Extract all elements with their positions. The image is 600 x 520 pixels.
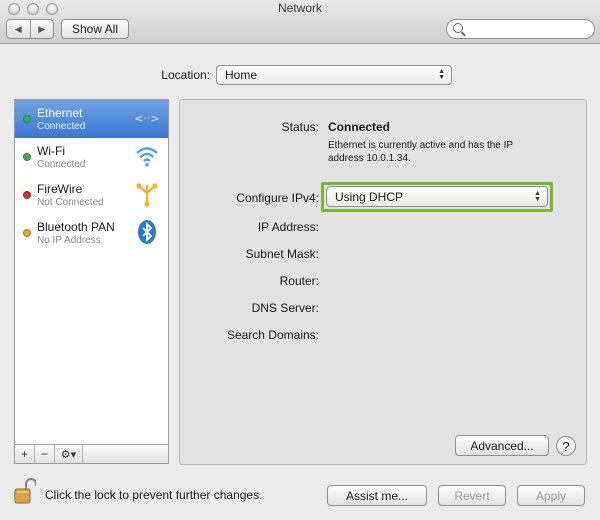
help-button[interactable]: ? (556, 436, 576, 456)
location-value: Home (225, 68, 258, 82)
service-status: Connected (37, 121, 86, 132)
status-dot-icon (23, 115, 31, 123)
status-label: Status: (281, 120, 319, 134)
configure-ipv4-value: Using DHCP (335, 189, 404, 204)
configure-ipv4-popup[interactable]: Using DHCP ▲ ▼ (326, 186, 548, 207)
service-name: Ethernet (37, 106, 83, 120)
firewire-icon (134, 181, 160, 207)
location-popup[interactable]: Home ▲ ▼ (216, 65, 452, 85)
search-icon (453, 23, 463, 33)
lock-icon[interactable] (14, 478, 36, 504)
back-arrow-icon[interactable]: ◀ (7, 20, 31, 38)
title-bar: Network ◀ ▶ Show All (0, 0, 600, 44)
service-list-controls: + − ⚙▾ (14, 445, 169, 464)
status-dot-icon (23, 153, 31, 161)
apply-button[interactable]: Apply (517, 485, 585, 506)
show-all-button[interactable]: Show All (61, 19, 129, 39)
window-title: Network (277, 1, 322, 15)
service-item-firewire[interactable]: FireWire Not Connected (15, 176, 168, 214)
up-down-arrows-icon: ▲ ▼ (534, 189, 541, 203)
lock-message: Click the lock to prevent further change… (45, 488, 263, 502)
ethernet-arrows-icon: <··> (134, 105, 160, 131)
advanced-button[interactable]: Advanced... (455, 435, 549, 456)
back-forward-control[interactable]: ◀ ▶ (6, 19, 54, 39)
gear-menu-button[interactable]: ⚙▾ (55, 445, 83, 463)
status-value: Connected (328, 120, 391, 134)
bluetooth-icon (134, 219, 160, 245)
status-dot-icon (23, 229, 31, 237)
service-item-wi-fi[interactable]: Wi-Fi Connected (15, 138, 168, 176)
service-name: Bluetooth PAN (37, 220, 115, 234)
remove-service-button[interactable]: − (35, 445, 55, 463)
wifi-icon (134, 143, 160, 169)
service-item-ethernet[interactable]: Ethernet Connected <··> (15, 100, 168, 138)
service-status: Connected (37, 159, 86, 170)
forward-arrow-icon[interactable]: ▶ (31, 20, 54, 38)
ip-address-label: IP Address: (257, 220, 319, 234)
up-down-arrows-icon: ▲ ▼ (438, 68, 445, 81)
configure-ipv4-label: Configure IPv4: (236, 191, 319, 205)
subnet-mask-label: Subnet Mask: (245, 247, 319, 261)
svg-text:<··>: <··> (134, 112, 159, 125)
revert-button[interactable]: Revert (438, 485, 506, 506)
service-list: Ethernet Connected <··> Wi-Fi Connected FireW… (14, 99, 169, 445)
search-domains-label: Search Domains: (226, 328, 319, 342)
dns-server-label: DNS Server: (251, 301, 319, 315)
service-status: Not Connected (37, 197, 104, 208)
assist-me-button[interactable]: Assist me... (327, 485, 427, 506)
service-item-bluetooth-pan[interactable]: Bluetooth PAN No IP Address (15, 214, 168, 252)
service-name: FireWire (37, 182, 83, 196)
search-input[interactable] (446, 19, 595, 39)
service-status: No IP Address (37, 235, 101, 246)
add-service-button[interactable]: + (15, 445, 35, 463)
status-dot-icon (23, 191, 31, 199)
status-description: Ethernet is currently active and has the… (328, 140, 513, 164)
router-label: Router: (279, 274, 319, 288)
location-label: Location: (161, 68, 210, 82)
service-name: Wi-Fi (37, 144, 65, 158)
